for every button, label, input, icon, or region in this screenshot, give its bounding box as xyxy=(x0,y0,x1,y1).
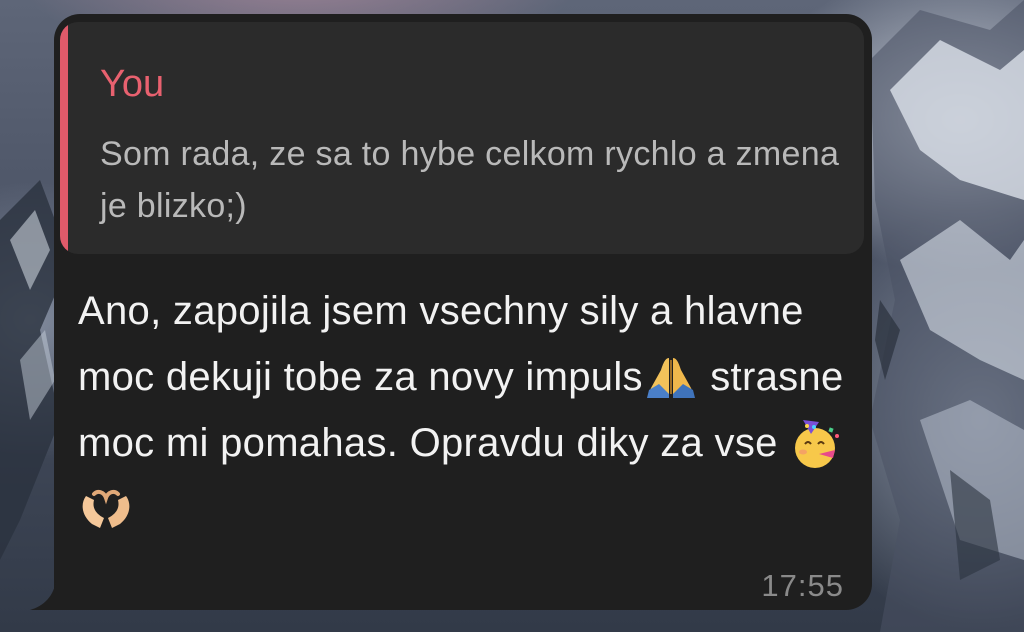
reply-text: Som rada, ze sa to hybe celkom rychlo a … xyxy=(100,135,840,225)
reply-quote[interactable]: You Som rada, ze sa to hybe celkom rychl… xyxy=(60,22,864,254)
bubble-tail xyxy=(30,580,70,610)
folded-hands-icon xyxy=(643,354,699,398)
message-text: Ano, zapojila jsem vsechny sily a hlavne… xyxy=(78,278,858,542)
reply-author: You xyxy=(100,63,165,105)
message-timestamp: 17:55 xyxy=(761,568,844,603)
message-bubble[interactable]: You Som rada, ze sa to hybe celkom rychl… xyxy=(54,14,872,610)
partying-face-icon xyxy=(789,420,845,468)
heart-hands-icon xyxy=(78,486,134,530)
reply-accent-bar xyxy=(60,22,68,254)
